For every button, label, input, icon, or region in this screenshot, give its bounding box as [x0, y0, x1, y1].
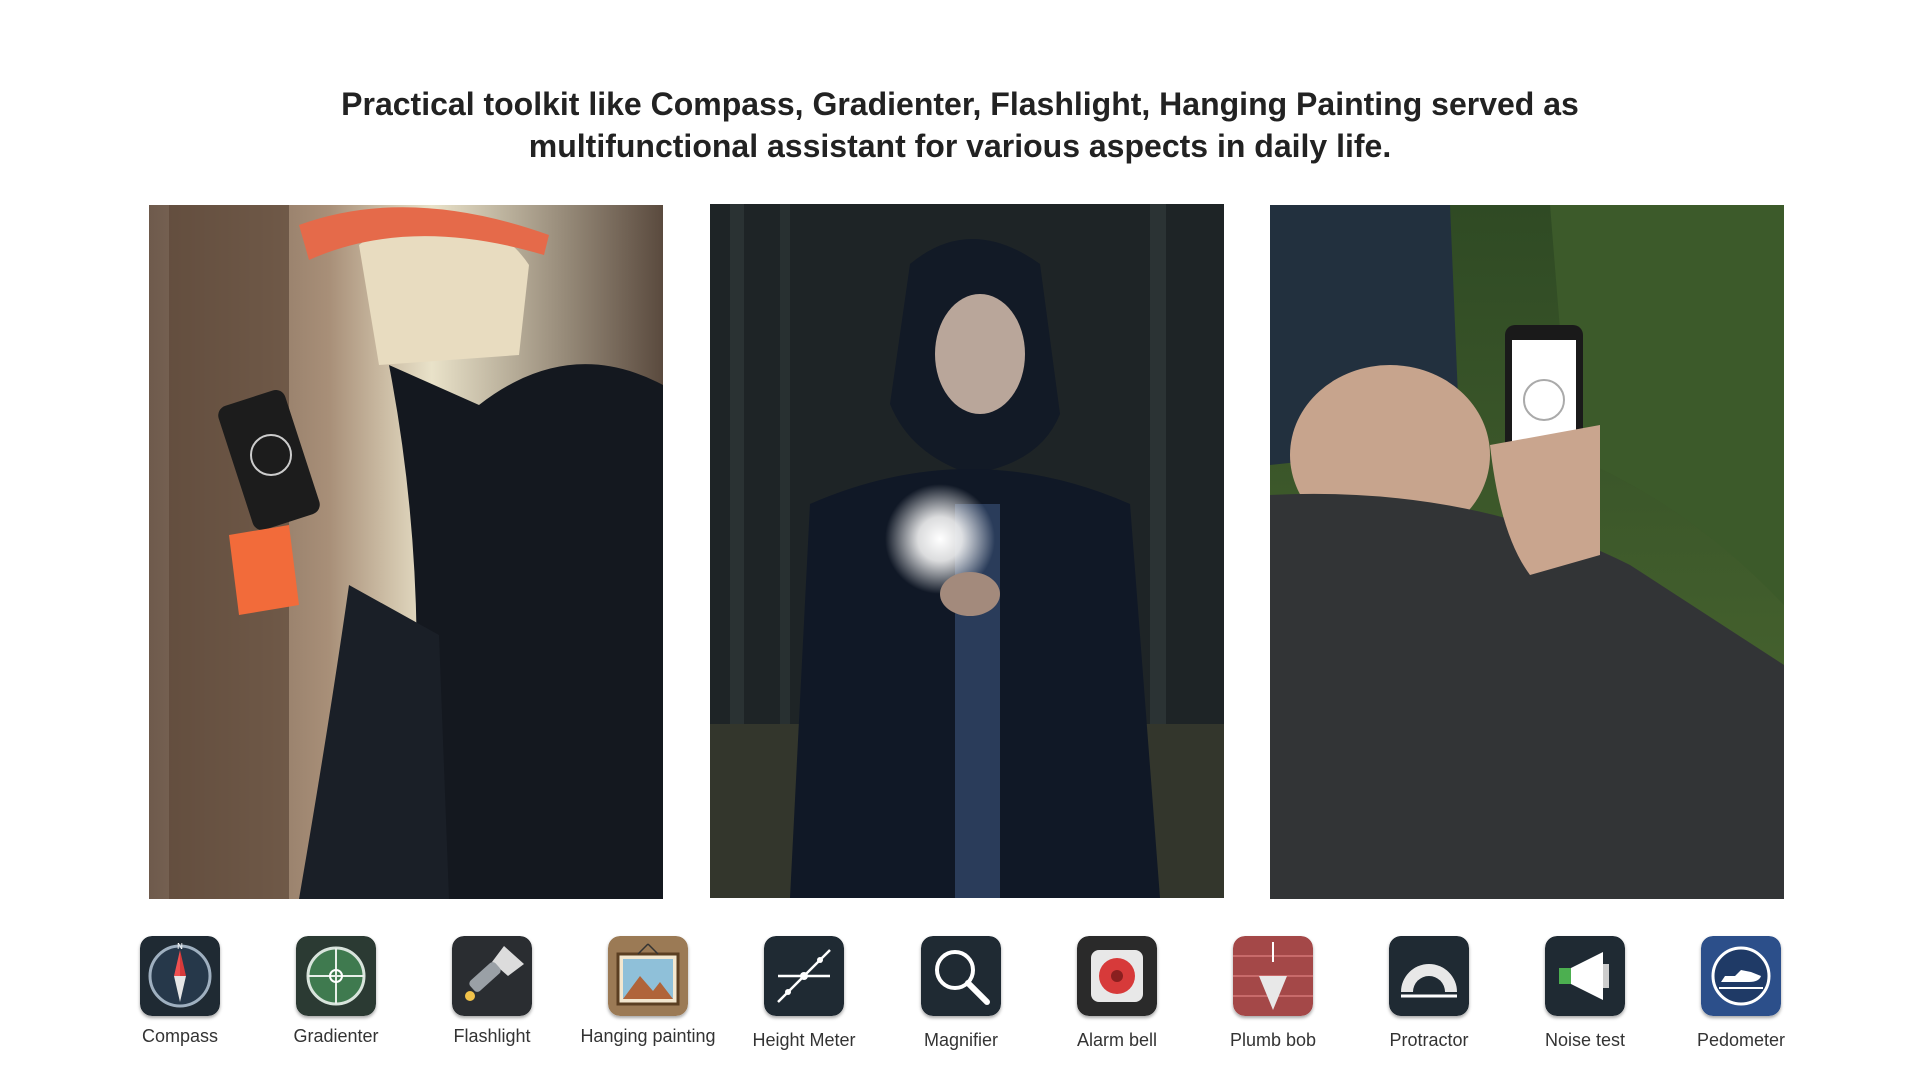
- tool-label: Compass: [141, 1026, 219, 1046]
- headline-line-2: multifunctional assistant for various as…: [528, 128, 1392, 165]
- tool-alarm-bell[interactable]: Alarm bell: [1042, 936, 1192, 1051]
- height-meter-icon: [764, 936, 844, 1016]
- tool-label: Height Meter: [752, 1030, 856, 1050]
- page-headline: Practical toolkit like Compass, Gradient…: [0, 83, 1920, 167]
- magnifier-icon: [921, 936, 1001, 1016]
- plumb-bob-icon: [1233, 936, 1313, 1016]
- alarm-bell-icon: [1077, 936, 1157, 1016]
- tool-label: Noise test: [1544, 1030, 1626, 1050]
- tool-magnifier[interactable]: Magnifier: [886, 936, 1036, 1051]
- tool-height-meter[interactable]: Height Meter: [729, 936, 879, 1051]
- hanging-painting-icon: [608, 936, 688, 1016]
- tool-protractor[interactable]: Protractor: [1354, 936, 1504, 1051]
- tool-plumb-bob[interactable]: Plumb bob: [1198, 936, 1348, 1051]
- tool-pedometer[interactable]: Pedometer: [1666, 936, 1816, 1051]
- tool-flashlight[interactable]: Flashlight: [417, 936, 567, 1047]
- tool-noise-test[interactable]: Noise test: [1510, 936, 1660, 1051]
- tool-label: Hanging painting: [580, 1026, 716, 1046]
- tool-compass[interactable]: N Compass: [105, 936, 255, 1047]
- photo-flashlight-forest: [710, 204, 1224, 898]
- toolkit-page: Practical toolkit like Compass, Gradient…: [0, 0, 1920, 1080]
- flashlight-icon: [452, 936, 532, 1016]
- tool-hanging-painting[interactable]: Hanging painting: [573, 936, 723, 1047]
- photo-cyclist-compass: [149, 205, 663, 899]
- tool-label: Protractor: [1389, 1030, 1469, 1050]
- tool-gradienter[interactable]: Gradienter: [261, 936, 411, 1047]
- photo-hiker-mountain: [1270, 205, 1784, 899]
- tool-label: Flashlight: [453, 1026, 531, 1046]
- headline-line-1: Practical toolkit like Compass, Gradient…: [341, 86, 1579, 123]
- svg-text:N: N: [177, 942, 183, 951]
- tool-label: Alarm bell: [1076, 1030, 1158, 1050]
- protractor-icon: [1389, 936, 1469, 1016]
- tool-label: Pedometer: [1696, 1030, 1786, 1050]
- gradienter-icon: [296, 936, 376, 1016]
- tool-label: Magnifier: [923, 1030, 999, 1050]
- compass-icon: N: [140, 936, 220, 1016]
- tool-label: Gradienter: [293, 1026, 379, 1046]
- tool-label: Plumb bob: [1229, 1030, 1317, 1050]
- pedometer-icon: [1701, 936, 1781, 1016]
- noise-test-icon: [1545, 936, 1625, 1016]
